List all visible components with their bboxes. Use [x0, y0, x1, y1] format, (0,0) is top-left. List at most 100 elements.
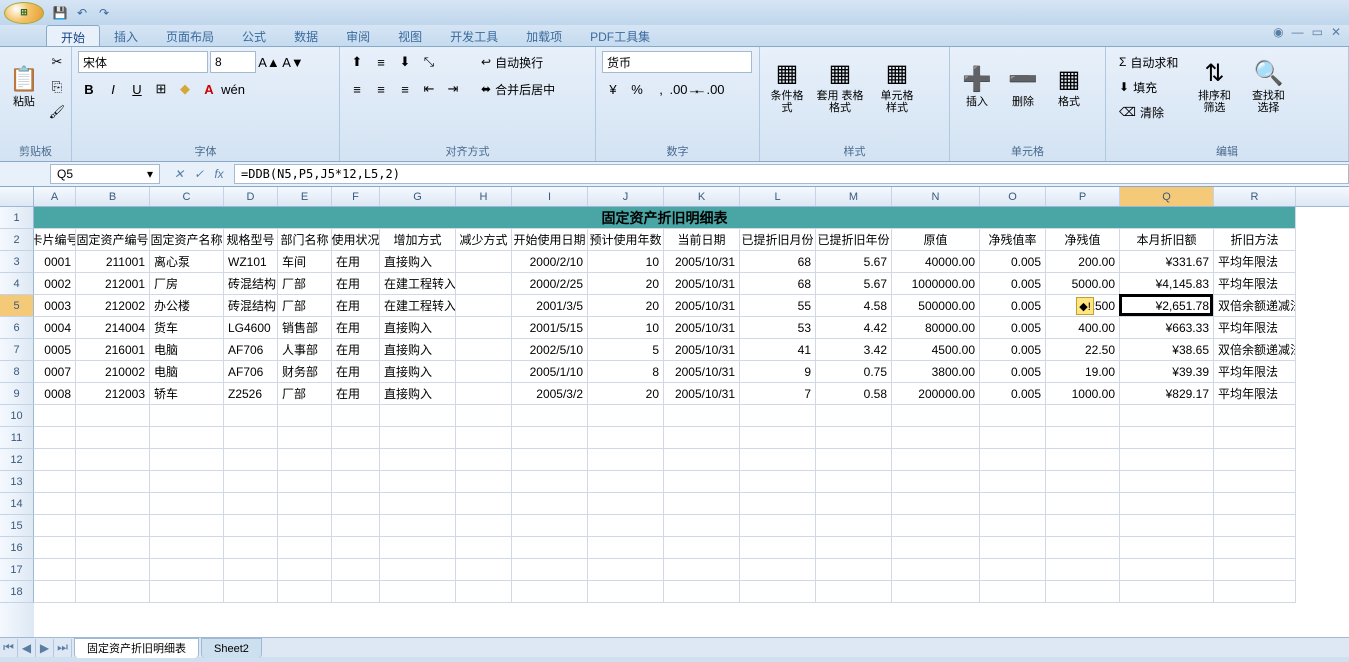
cell[interactable]: [1214, 405, 1296, 427]
cell[interactable]: 0002: [34, 273, 76, 295]
cell[interactable]: 0008: [34, 383, 76, 405]
cell[interactable]: 货车: [150, 317, 224, 339]
cell[interactable]: [150, 449, 224, 471]
cell[interactable]: [76, 427, 150, 449]
cell[interactable]: 平均年限法: [1214, 383, 1296, 405]
cell[interactable]: 双倍余额递减法: [1214, 339, 1296, 361]
row-header-1[interactable]: 1: [0, 207, 34, 229]
decrease-decimal-icon[interactable]: ←.00: [698, 78, 720, 100]
cell[interactable]: 4.42: [816, 317, 892, 339]
cell[interactable]: [456, 581, 512, 603]
cell[interactable]: [224, 537, 278, 559]
cell[interactable]: [1214, 581, 1296, 603]
font-size-select[interactable]: [210, 51, 256, 73]
cell[interactable]: 53: [740, 317, 816, 339]
cell[interactable]: 20: [588, 383, 664, 405]
number-format-select[interactable]: [602, 51, 752, 73]
cell[interactable]: [1214, 427, 1296, 449]
cell[interactable]: 10: [588, 317, 664, 339]
fill-color-button[interactable]: ◆: [174, 78, 196, 100]
delete-cells-button[interactable]: ➖删除: [1002, 51, 1044, 121]
cell[interactable]: [332, 559, 380, 581]
cell[interactable]: 2002/5/10: [512, 339, 588, 361]
cell[interactable]: [34, 515, 76, 537]
cell[interactable]: 办公楼: [150, 295, 224, 317]
cell[interactable]: [278, 493, 332, 515]
cell[interactable]: 增加方式: [380, 229, 456, 251]
title-cell[interactable]: 固定资产折旧明细表: [34, 207, 1296, 229]
cell[interactable]: 平均年限法: [1214, 361, 1296, 383]
cell[interactable]: [740, 559, 816, 581]
col-header-E[interactable]: E: [278, 187, 332, 206]
cell[interactable]: [456, 427, 512, 449]
cell[interactable]: [456, 295, 512, 317]
cell[interactable]: [224, 427, 278, 449]
cell[interactable]: 轿车: [150, 383, 224, 405]
align-top-icon[interactable]: ⬆: [346, 51, 368, 73]
cell[interactable]: [456, 361, 512, 383]
cell[interactable]: [1214, 493, 1296, 515]
cell[interactable]: [512, 537, 588, 559]
cell[interactable]: 平均年限法: [1214, 251, 1296, 273]
cell[interactable]: 在用: [332, 361, 380, 383]
row-header-4[interactable]: 4: [0, 273, 34, 295]
cell[interactable]: ¥39.39: [1120, 361, 1214, 383]
cell[interactable]: 19.00: [1046, 361, 1120, 383]
cell[interactable]: 212003: [76, 383, 150, 405]
cell[interactable]: 22.50: [1046, 339, 1120, 361]
cell[interactable]: [816, 559, 892, 581]
restore-icon[interactable]: ▭: [1312, 25, 1323, 46]
currency-icon[interactable]: ¥: [602, 78, 624, 100]
cell[interactable]: [512, 515, 588, 537]
cell[interactable]: [150, 471, 224, 493]
cell[interactable]: 直接购入: [380, 317, 456, 339]
cell[interactable]: [980, 427, 1046, 449]
cell[interactable]: 2005/10/31: [664, 273, 740, 295]
cell[interactable]: 20: [588, 295, 664, 317]
cell[interactable]: [380, 405, 456, 427]
cell[interactable]: [224, 471, 278, 493]
sheet-prev-icon[interactable]: ◀: [18, 639, 36, 657]
cell[interactable]: [980, 559, 1046, 581]
name-box[interactable]: Q5▾: [50, 164, 160, 184]
cell[interactable]: 双倍余额递减法: [1214, 295, 1296, 317]
cell[interactable]: [1214, 471, 1296, 493]
cell[interactable]: 在建工程转入: [380, 295, 456, 317]
cell[interactable]: 厂部: [278, 273, 332, 295]
cell[interactable]: 离心泵: [150, 251, 224, 273]
italic-button[interactable]: I: [102, 78, 124, 100]
cells-area[interactable]: 固定资产折旧明细表卡片编号固定资产编号固定资产名称规格型号部门名称使用状况增加方…: [34, 207, 1349, 637]
cell[interactable]: [332, 493, 380, 515]
cell[interactable]: [380, 537, 456, 559]
cell[interactable]: [980, 471, 1046, 493]
row-header-7[interactable]: 7: [0, 339, 34, 361]
cell[interactable]: [1046, 559, 1120, 581]
col-header-C[interactable]: C: [150, 187, 224, 206]
tab-7[interactable]: 开发工具: [436, 25, 512, 46]
cell[interactable]: [150, 559, 224, 581]
cell[interactable]: 砖混结构: [224, 273, 278, 295]
cell[interactable]: 211001: [76, 251, 150, 273]
cell[interactable]: [1046, 581, 1120, 603]
cell[interactable]: 0005: [34, 339, 76, 361]
cell[interactable]: [1214, 559, 1296, 581]
cell[interactable]: 5000.00: [1046, 273, 1120, 295]
cell[interactable]: AF706: [224, 339, 278, 361]
col-header-M[interactable]: M: [816, 187, 892, 206]
cell[interactable]: 5: [588, 339, 664, 361]
percent-icon[interactable]: %: [626, 78, 648, 100]
cell[interactable]: 人事部: [278, 339, 332, 361]
cell[interactable]: [588, 559, 664, 581]
cell[interactable]: [664, 449, 740, 471]
row-header-2[interactable]: 2: [0, 229, 34, 251]
cell[interactable]: [456, 383, 512, 405]
cell[interactable]: 车间: [278, 251, 332, 273]
cell[interactable]: [380, 493, 456, 515]
cell[interactable]: [332, 537, 380, 559]
cell[interactable]: [34, 493, 76, 515]
cell[interactable]: [1120, 515, 1214, 537]
cell[interactable]: 在用: [332, 383, 380, 405]
cell[interactable]: 砖混结构: [224, 295, 278, 317]
office-button[interactable]: ⊞: [4, 2, 44, 24]
cell[interactable]: 212001: [76, 273, 150, 295]
